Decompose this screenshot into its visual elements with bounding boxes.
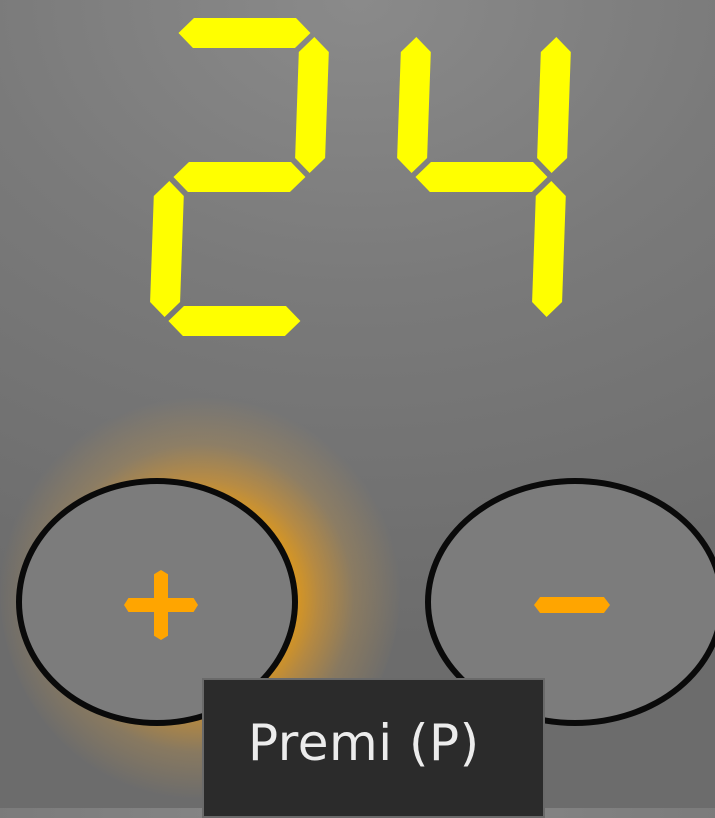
plus-icon xyxy=(124,570,198,640)
control-panel: Premi (P) xyxy=(0,0,715,818)
segment-d xyxy=(410,306,543,336)
segment-g xyxy=(415,162,548,192)
segment-e xyxy=(392,181,427,317)
display-digits xyxy=(150,18,571,336)
minus-icon xyxy=(534,597,610,613)
segment-b xyxy=(537,37,571,173)
segment-d xyxy=(168,306,301,336)
segment-e xyxy=(150,181,184,317)
segment-a xyxy=(420,18,553,48)
digit-2 xyxy=(392,18,571,336)
digit-1 xyxy=(150,18,329,336)
tooltip: Premi (P) xyxy=(202,678,545,818)
segment-g xyxy=(173,162,306,192)
segment-c xyxy=(290,181,325,317)
segment-a xyxy=(178,18,311,48)
tooltip-text: Premi (P) xyxy=(248,714,480,772)
segment-b xyxy=(295,37,329,173)
seven-segment-display xyxy=(150,12,590,342)
segment-f xyxy=(155,37,190,173)
plus-icon-vertical xyxy=(154,570,168,640)
segment-f xyxy=(397,37,431,173)
segment-c xyxy=(532,181,566,317)
